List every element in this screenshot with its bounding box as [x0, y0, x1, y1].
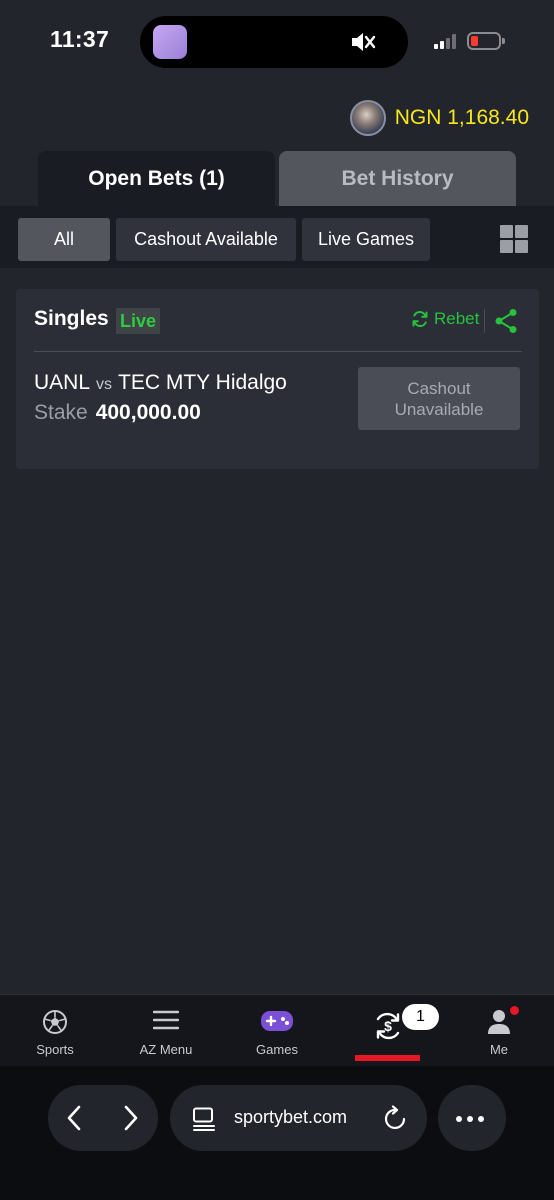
app-activity-icon [153, 25, 187, 59]
cashout-button[interactable]: Cashout Unavailable [358, 367, 520, 430]
stake-value: 400,000.00 [95, 401, 201, 424]
status-time: 11:37 [50, 26, 110, 52]
nav-games-label: Games [256, 1042, 298, 1057]
bet-card[interactable]: Singles Live Rebet UANL vs TEC MTY Hidal… [16, 289, 539, 469]
vs-label: vs [96, 376, 113, 393]
share-icon[interactable] [494, 308, 518, 334]
live-badge: Live [116, 308, 161, 334]
battery-icon [467, 32, 505, 50]
rebet-label: Rebet [434, 309, 480, 328]
reload-icon[interactable] [384, 1105, 408, 1131]
tab-open-bets[interactable]: Open Bets (1) [38, 151, 275, 206]
cashout-label-line2: Unavailable [394, 399, 484, 419]
rebet-button[interactable]: Rebet [411, 309, 479, 329]
active-tab-indicator [355, 1055, 420, 1061]
forward-arrow-icon[interactable] [123, 1105, 139, 1131]
filter-all[interactable]: All [18, 218, 110, 261]
filter-cashout-available[interactable]: Cashout Available [116, 218, 296, 261]
divider [484, 309, 485, 333]
filter-live-games[interactable]: Live Games [302, 218, 430, 261]
address-bar[interactable]: sportybet.com [170, 1085, 427, 1151]
stake-row: Stake 400,000.00 [34, 401, 201, 425]
nav-me[interactable]: Me [444, 995, 554, 1067]
stake-label: Stake [34, 401, 88, 424]
menu-icon [153, 1010, 179, 1030]
dynamic-island [140, 16, 408, 68]
nav-me-label: Me [489, 1042, 509, 1057]
status-bar: 11:37 [0, 0, 554, 84]
soccer-ball-icon [43, 1010, 67, 1034]
balance-amount: NGN 1,168.40 [394, 106, 529, 129]
open-bets-icon: $ [376, 1012, 400, 1040]
tab-bet-history[interactable]: Bet History [279, 151, 516, 206]
away-team: TEC MTY Hidalgo [118, 371, 287, 394]
browser-nav-arrows [48, 1085, 158, 1151]
bet-type-title: Singles [34, 307, 109, 330]
nav-sports[interactable]: Sports [0, 995, 110, 1067]
bottom-nav: Sports AZ Menu Games $ Me [0, 994, 554, 1066]
nav-az-menu[interactable]: AZ Menu [111, 995, 221, 1067]
browser-toolbar: sportybet.com [0, 1066, 554, 1200]
notification-dot [510, 1006, 519, 1015]
user-icon [488, 1010, 510, 1034]
home-team: UANL [34, 371, 91, 394]
rebet-icon [412, 310, 428, 328]
open-bets-count-badge: 1 [402, 1004, 439, 1030]
nav-az-menu-label: AZ Menu [139, 1042, 193, 1057]
signal-icon [434, 33, 460, 49]
svg-text:$: $ [384, 1018, 392, 1034]
avatar[interactable] [349, 100, 386, 136]
bet-tabs: Open Bets (1) Bet History [38, 151, 516, 206]
account-balance[interactable]: NGN 1,168.40 [349, 100, 529, 136]
divider [34, 351, 522, 352]
nav-sports-label: Sports [36, 1042, 74, 1057]
cashout-label-line1: Cashout [407, 378, 471, 398]
nav-games[interactable]: Games [222, 995, 332, 1067]
reader-mode-icon[interactable] [192, 1107, 216, 1131]
back-arrow-icon[interactable] [66, 1105, 82, 1131]
gamepad-icon [261, 1011, 293, 1031]
mute-icon [352, 33, 376, 51]
more-button[interactable] [438, 1085, 506, 1151]
grid-view-icon[interactable] [500, 225, 528, 253]
match-name: UANL vs TEC MTY Hidalgo [34, 371, 287, 395]
url-text: sportybet.com [234, 1107, 348, 1127]
